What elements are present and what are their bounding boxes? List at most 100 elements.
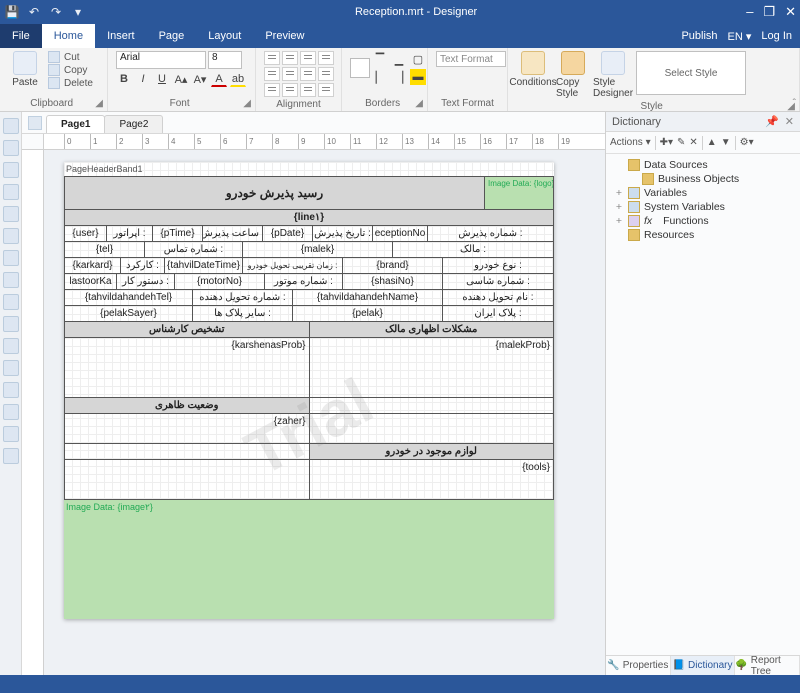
tool-cross[interactable]	[3, 426, 19, 442]
karkard-val[interactable]: {karkard}	[64, 258, 120, 273]
motor-label[interactable]: شماره موتور :	[264, 274, 342, 289]
sec-owner-prob[interactable]: مشکلات اظهاری مالک	[309, 322, 555, 337]
type-label[interactable]: نوع خودرو :	[442, 258, 554, 273]
ruler-vertical[interactable]	[22, 150, 44, 675]
page-tab-1[interactable]: Page1	[46, 115, 105, 133]
tab-preview[interactable]: Preview	[253, 24, 316, 48]
font-color-button[interactable]: A	[211, 71, 227, 87]
tool-subreport[interactable]	[3, 316, 19, 332]
tool-barcode[interactable]	[3, 206, 19, 222]
delivt-label[interactable]: شماره تحویل دهنده :	[192, 290, 292, 305]
copy-style-button[interactable]: Copy Style	[556, 51, 590, 99]
border-top[interactable]: ▔	[372, 51, 388, 67]
border-none[interactable]: ▢	[410, 51, 426, 67]
border-left[interactable]: ▏	[372, 69, 388, 85]
ruler-horizontal[interactable]: 012345678910111213141516171819	[44, 134, 605, 150]
conditions-button[interactable]: Conditions	[516, 51, 550, 88]
align-ml[interactable]	[264, 67, 280, 81]
qat-dropdown-icon[interactable]: ▾	[70, 4, 86, 20]
border-bottom[interactable]: ▁	[391, 51, 407, 67]
border-all-button[interactable]	[350, 58, 370, 78]
tab-home[interactable]: Home	[42, 24, 95, 48]
pelak-val[interactable]: {pelak}	[292, 306, 442, 321]
plate-label[interactable]: پلاک ایران :	[442, 306, 554, 321]
border-fill[interactable]: ▬	[410, 69, 426, 85]
highlight-button[interactable]: ab	[230, 71, 246, 87]
tab-layout[interactable]: Layout	[196, 24, 253, 48]
user-val[interactable]: {user}	[64, 226, 106, 241]
paste-button[interactable]: Paste	[8, 51, 42, 88]
font-grow-button[interactable]: A▴	[173, 71, 189, 87]
zaher-val[interactable]: {zaher}	[64, 414, 309, 443]
tool-clone[interactable]	[3, 272, 19, 288]
km-label[interactable]: کارکرد :	[120, 258, 164, 273]
pdate-val[interactable]: {pDate}	[262, 226, 312, 241]
save-icon[interactable]: 💾	[4, 4, 20, 20]
recno-val[interactable]: eceptionNo	[372, 226, 427, 241]
line1-cell[interactable]: {line۱}	[64, 210, 554, 225]
up-icon[interactable]: ▲	[707, 137, 717, 148]
align-mj[interactable]	[318, 67, 334, 81]
sec-expert[interactable]: تشخیص کارشناس	[64, 322, 309, 337]
tool-panel[interactable]	[3, 250, 19, 266]
login-button[interactable]: Log In	[761, 30, 792, 42]
underline-button[interactable]: U	[154, 71, 170, 87]
border-right[interactable]: ▕	[391, 69, 407, 85]
order-label[interactable]: دستور کار :	[116, 274, 174, 289]
phone-label[interactable]: شماره تماس :	[144, 242, 242, 257]
publish-button[interactable]: Publish	[681, 30, 717, 42]
owner-label[interactable]: مالک :	[392, 242, 554, 257]
malekprob-val[interactable]: {malekProb}	[309, 338, 555, 397]
style-gallery[interactable]: Select Style	[636, 51, 746, 95]
tahvname-val[interactable]: {tahvildahandehName}	[292, 290, 442, 305]
align-mr[interactable]	[300, 67, 316, 81]
align-bc[interactable]	[282, 83, 298, 97]
restore-button[interactable]: ❐	[763, 4, 775, 20]
settings-icon[interactable]: ⚙▾	[740, 137, 754, 148]
align-bl[interactable]	[264, 83, 280, 97]
tahvildt-val[interactable]: {tahvilDateTime}	[164, 258, 242, 273]
font-shrink-button[interactable]: A▾	[192, 71, 208, 87]
tool-pointer[interactable]	[3, 118, 19, 134]
clipboard-dialog-icon[interactable]: ◢	[95, 98, 103, 109]
page-tab-2[interactable]: Page2	[104, 115, 163, 133]
oplate-label[interactable]: سایر پلاک ها :	[192, 306, 292, 321]
tool-chart[interactable]	[3, 360, 19, 376]
align-tj[interactable]	[318, 51, 334, 65]
style-designer-button[interactable]: Style Designer	[596, 51, 630, 99]
align-br[interactable]	[300, 83, 316, 97]
copy-button[interactable]: Copy	[48, 64, 93, 76]
tool-text[interactable]	[3, 162, 19, 178]
actions-dropdown[interactable]: Actions ▾	[610, 137, 651, 148]
sec-tools[interactable]: لوازم موجود در خودرو	[309, 444, 555, 459]
recno-label[interactable]: شماره پذیرش :	[427, 226, 554, 241]
undo-icon[interactable]: ↶	[26, 4, 42, 20]
bold-button[interactable]: B	[116, 71, 132, 87]
tool-zip[interactable]	[3, 338, 19, 354]
logo-cell[interactable]: Image Data: {logo}	[484, 177, 554, 209]
text-format-select[interactable]: Text Format	[436, 51, 506, 67]
delete-icon[interactable]: ✕	[689, 137, 697, 148]
language-selector[interactable]: EN ▾	[728, 30, 752, 43]
delete-button[interactable]: Delete	[48, 77, 93, 89]
report-page[interactable]: PageHeaderBand1 رسید پذیرش خودرو Image D…	[64, 162, 554, 619]
close-button[interactable]: ✕	[785, 4, 796, 20]
report-title[interactable]: رسید پذیرش خودرو	[64, 177, 484, 209]
align-tc[interactable]	[282, 51, 298, 65]
shasi-val[interactable]: {shasiNo}	[342, 274, 442, 289]
brand-val[interactable]: {brand}	[342, 258, 442, 273]
tel-val[interactable]: {tel}	[64, 242, 144, 257]
op-label[interactable]: اپراتور :	[106, 226, 152, 241]
font-size-select[interactable]: 8	[208, 51, 242, 69]
tool-misc[interactable]	[3, 448, 19, 464]
font-family-select[interactable]: Arial	[116, 51, 206, 69]
edit-icon[interactable]: ✎	[677, 137, 685, 148]
image2-band[interactable]: Image Data: {image۲}	[64, 499, 554, 619]
deliv-label[interactable]: زمان تقریبی تحویل خودرو :	[242, 258, 342, 273]
panel-close-icon[interactable]: ✕	[785, 115, 794, 128]
align-tl[interactable]	[264, 51, 280, 65]
redo-icon[interactable]: ↷	[48, 4, 64, 20]
font-dialog-icon[interactable]: ◢	[243, 98, 251, 109]
ptime-val[interactable]: {pTime}	[152, 226, 202, 241]
tab-page[interactable]: Page	[147, 24, 197, 48]
